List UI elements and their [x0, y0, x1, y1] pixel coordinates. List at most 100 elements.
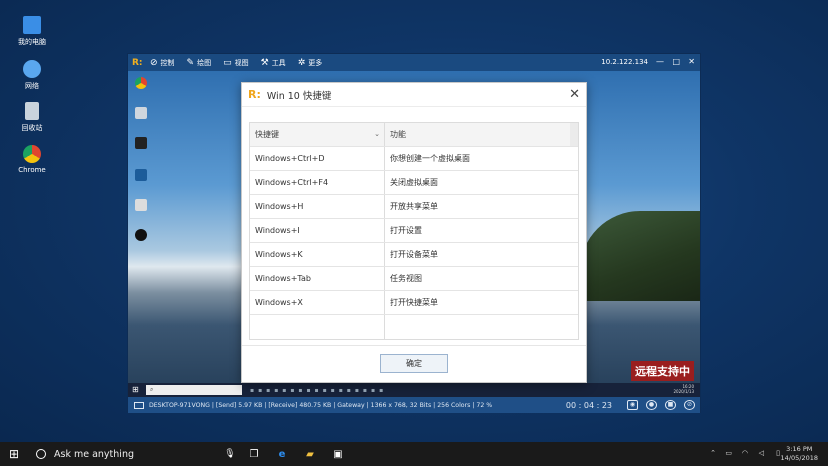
shortcut-desc: 开放共享菜单: [390, 202, 438, 211]
recycle-bin-icon: [135, 199, 147, 211]
file-icon: [135, 107, 147, 119]
minimize-button[interactable]: —: [656, 57, 664, 66]
battery-icon[interactable]: ▭: [725, 449, 732, 457]
empty-cell: [250, 315, 385, 339]
table-row[interactable]: Windows+I 打开设置: [250, 219, 578, 243]
table-row[interactable]: Windows+K 打开设备菜单: [250, 243, 578, 267]
column-header-function[interactable]: 功能: [385, 123, 570, 146]
volume-icon[interactable]: ◁: [759, 449, 764, 457]
shortcut-desc: 关闭虚拟桌面: [390, 178, 438, 187]
shortcut-key: Windows+H: [250, 195, 385, 218]
toolbar-draw[interactable]: ✎ 绘图: [187, 58, 212, 68]
close-remote-button[interactable]: ✕: [688, 57, 695, 66]
task-view-icon[interactable]: ❐: [240, 442, 268, 466]
shortcut-desc: 打开设置: [390, 226, 422, 235]
shortcut-desc: 打开设备菜单: [390, 250, 438, 259]
file-explorer-icon[interactable]: ▰: [296, 442, 324, 466]
dialog-title: Win 10 快捷键: [266, 90, 332, 102]
toolbar-tools[interactable]: ⚒ 工具: [261, 58, 286, 68]
desktop-icon-recycle-bin[interactable]: 回收站: [7, 102, 57, 133]
remote-taskbar-apps: ▪▪▪▪▪▪▪▪▪▪▪▪▪▪▪▪▪: [250, 386, 388, 394]
desktop-icon-label: 网络: [25, 82, 39, 90]
close-icon[interactable]: ✕: [569, 87, 580, 102]
cortana-icon: [36, 449, 46, 459]
camera-icon[interactable]: ◉: [627, 400, 638, 410]
shortcut-desc: 打开快捷菜单: [390, 298, 438, 307]
recycle-bin-icon: [25, 102, 39, 120]
table-header: 快捷键 ⌄ 功能: [250, 123, 578, 147]
restore-button[interactable]: □: [672, 57, 680, 66]
remote-date: 2020/1/13: [673, 389, 694, 394]
shortcut-table: 快捷键 ⌄ 功能 Windows+Ctrl+D 你想创建一个虚拟桌面 Windo…: [249, 122, 579, 340]
remote-clock: 16:20 2020/1/13: [673, 384, 694, 394]
remote-taskbar: ⊞ ⌕ ▪▪▪▪▪▪▪▪▪▪▪▪▪▪▪▪▪ 16:20 2020/1/13: [128, 383, 700, 397]
shortcut-key: Windows+Tab: [250, 267, 385, 290]
remote-desktop-icon[interactable]: [132, 137, 150, 151]
edge-icon[interactable]: e: [268, 442, 296, 466]
store-icon[interactable]: ▣: [324, 442, 352, 466]
app-icon: [135, 169, 147, 181]
scrollbar-header: [570, 123, 578, 146]
toolbar-control[interactable]: ⊘ 控制: [150, 58, 175, 68]
shortcut-desc: 任务视图: [390, 274, 422, 283]
table-row[interactable]: Windows+H 开放共享菜单: [250, 195, 578, 219]
remote-desktop-icon[interactable]: [132, 169, 150, 183]
shortcut-key: Windows+X: [250, 291, 385, 314]
table-row[interactable]: Windows+Ctrl+D 你想创建一个虚拟桌面: [250, 147, 578, 171]
cortana-search[interactable]: Ask me anything: [28, 449, 220, 460]
network-icon: [23, 60, 41, 78]
remote-ip: 10.2.122.134: [601, 58, 648, 66]
toolbar-item-label: 更多: [308, 58, 323, 67]
remote-status-bar: DESKTOP-971VONG | [Send] 5.97 KB | [Rece…: [128, 397, 700, 413]
taskbar: ⊞ Ask me anything 🎙 ❐ e ▰ ▣ ⌃ ▭ ◠ ◁ ▯ 3:…: [0, 442, 828, 466]
wifi-icon[interactable]: ◠: [742, 449, 748, 457]
toolbar-view[interactable]: ▭ 视图: [223, 58, 249, 68]
notification-icon[interactable]: ▯: [776, 449, 780, 457]
remote-search-box[interactable]: ⌕: [146, 385, 242, 395]
toolbar-more[interactable]: ✲ 更多: [298, 58, 323, 68]
windows-start-icon[interactable]: ⊞: [132, 385, 142, 395]
system-clock[interactable]: 3:16 PM 14/05/2018: [781, 445, 818, 463]
remote-desktop-icon[interactable]: [132, 199, 150, 213]
column-header-shortcut[interactable]: 快捷键 ⌄: [250, 123, 385, 146]
chevron-down-icon[interactable]: ⌄: [374, 130, 380, 138]
qq-icon: [135, 229, 147, 241]
app-icon: [135, 137, 147, 149]
chrome-icon: [135, 77, 147, 89]
desktop-icon-chrome[interactable]: Chrome: [7, 145, 57, 174]
ok-button[interactable]: 确定: [380, 354, 448, 373]
microphone-icon[interactable]: 🎙: [220, 449, 240, 459]
clock-time: 3:16 PM: [786, 445, 813, 453]
stop-icon[interactable]: ■: [665, 400, 676, 410]
remote-desktop-icon[interactable]: [132, 229, 150, 243]
windows-start-icon[interactable]: ⊞: [0, 447, 28, 461]
desktop-icon-label: 我的电脑: [18, 38, 46, 46]
desktop-icon-label: 回收站: [21, 124, 43, 132]
remote-desktop-icon[interactable]: [132, 77, 150, 91]
search-label: Ask me anything: [54, 448, 134, 460]
table-row[interactable]: Windows+Tab 任务视图: [250, 267, 578, 291]
remote-toolbar: R: ⊘ 控制 ✎ 绘图 ▭ 视图 ⚒ 工具 ✲ 更多 10.2.122.134…: [128, 54, 700, 71]
remote-desktop-icon[interactable]: [132, 107, 150, 121]
record-icon[interactable]: ●: [646, 400, 657, 410]
clock-date: 14/05/2018: [780, 454, 818, 462]
shortcut-desc: 你想创建一个虚拟桌面: [390, 154, 470, 163]
dialog-footer: 确定: [242, 345, 586, 382]
toolbar-item-label: 控制: [160, 58, 175, 67]
desktop-icon-network[interactable]: 网络: [7, 60, 57, 91]
app-logo-icon: R:: [132, 57, 143, 68]
chrome-icon: [23, 145, 41, 163]
shortcut-key: Windows+Ctrl+F4: [250, 171, 385, 194]
table-row[interactable]: Windows+X 打开快捷菜单: [250, 291, 578, 315]
table-row[interactable]: Windows+Ctrl+F4 关闭虚拟桌面: [250, 171, 578, 195]
disconnect-icon[interactable]: ⊘: [684, 400, 695, 410]
view-icon: ▭: [223, 57, 232, 68]
remote-support-badge: 远程支持中: [631, 361, 694, 381]
pen-icon: ✎: [186, 57, 195, 68]
computer-icon: [23, 16, 41, 34]
chevron-up-icon[interactable]: ⌃: [710, 449, 716, 457]
shortcut-key: Windows+Ctrl+D: [250, 147, 385, 170]
toolbar-item-label: 绘图: [197, 58, 212, 67]
shortcut-key: Windows+I: [250, 219, 385, 242]
desktop-icon-my-computer[interactable]: 我的电脑: [7, 16, 57, 47]
